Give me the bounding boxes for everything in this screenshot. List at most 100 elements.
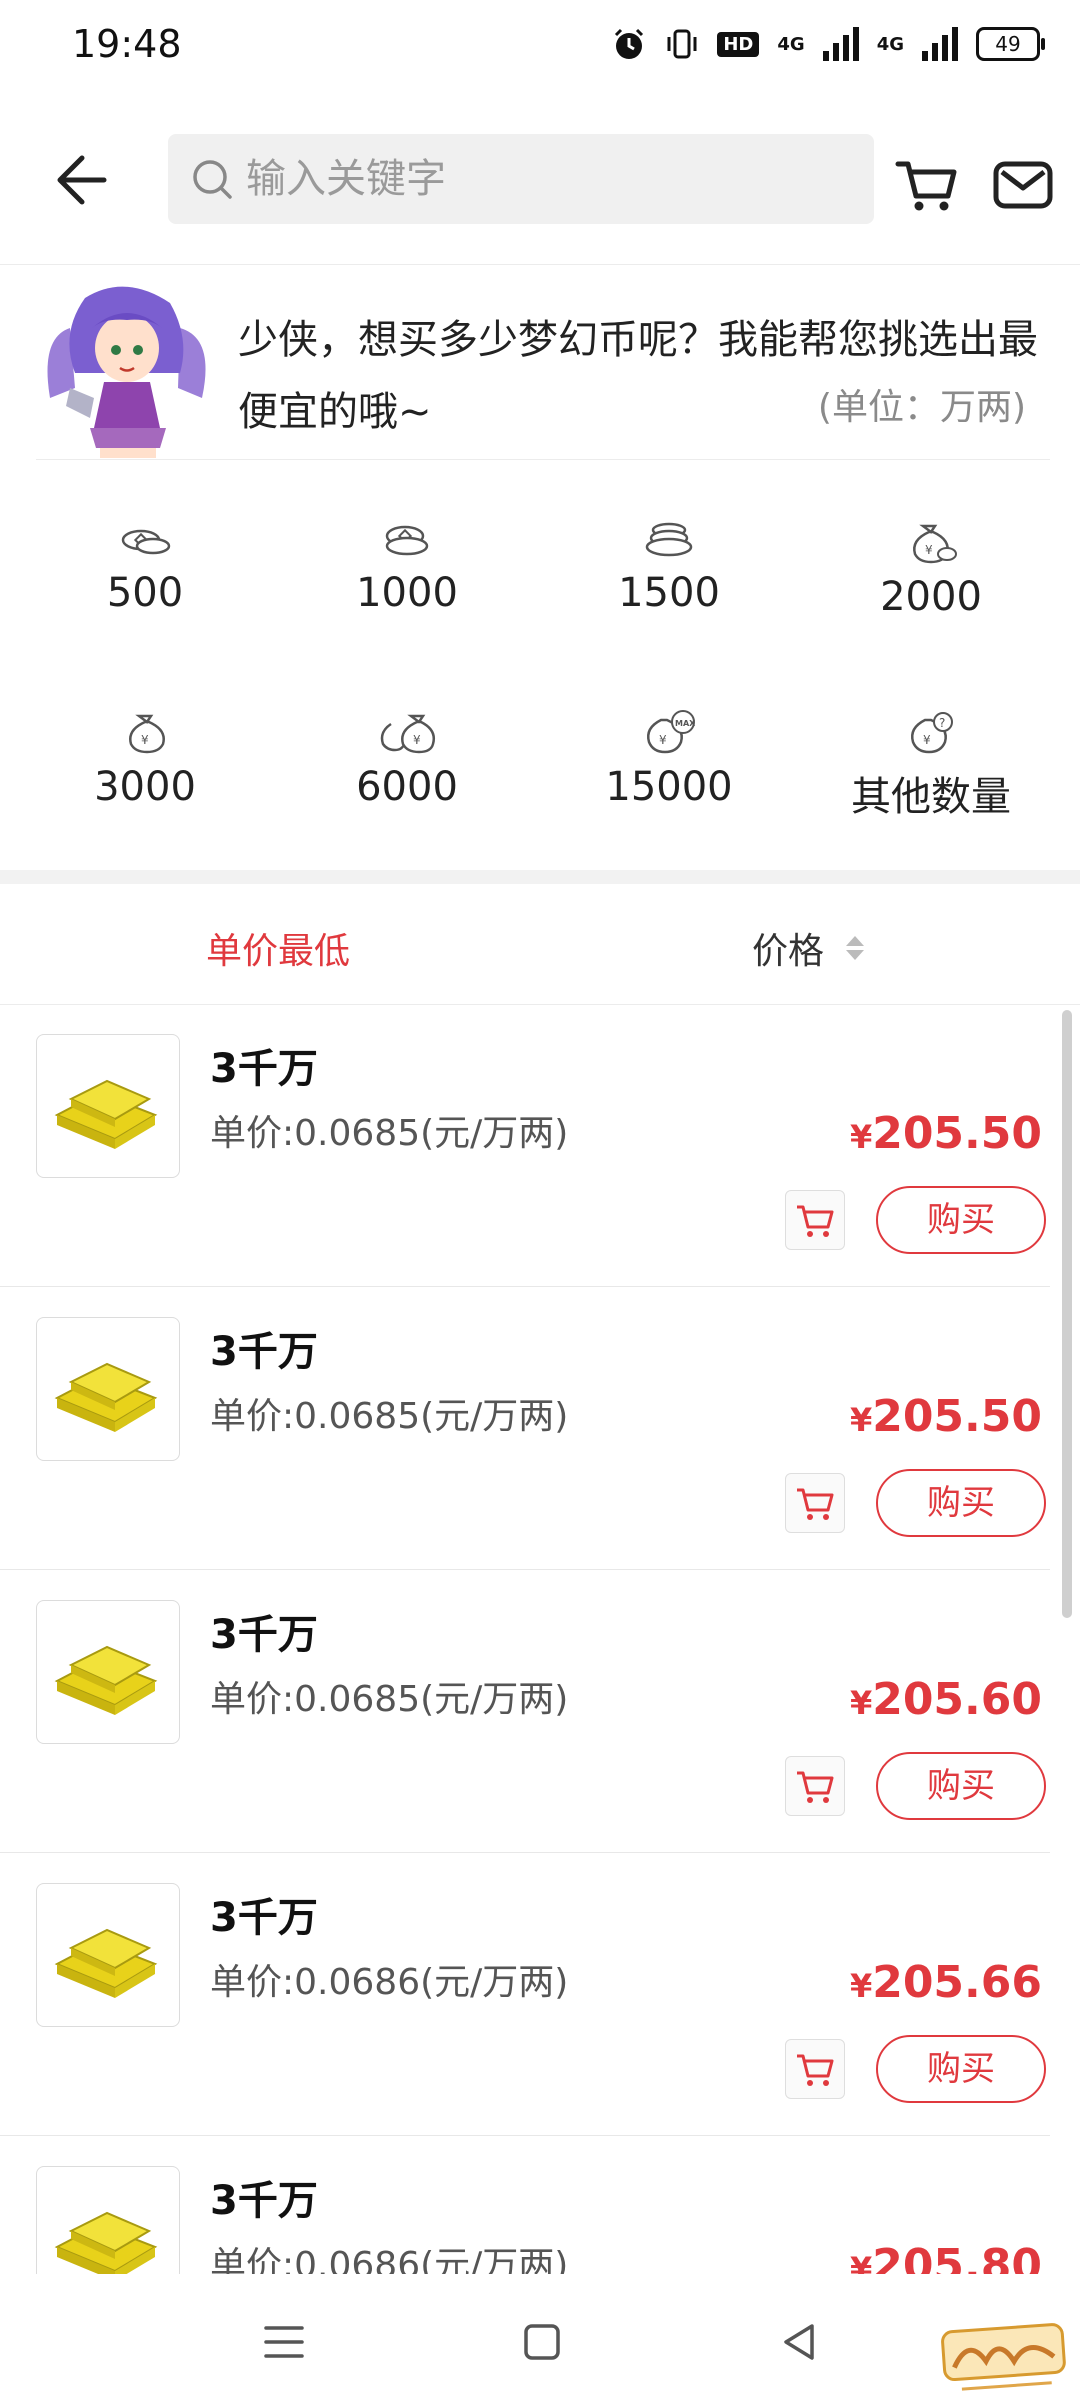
add-to-cart-button[interactable] <box>785 1190 845 1250</box>
product-price: ¥205.50 <box>850 1108 1042 1159</box>
currency-symbol: ¥ <box>849 1967 873 2005</box>
amount-option-1500[interactable]: 1500 <box>534 460 804 616</box>
product-row[interactable]: 3千万 单价:0.0685(元/万两) ¥205.50 购买 <box>0 1287 1080 1570</box>
amount-option-1000[interactable]: 1000 <box>272 460 542 616</box>
back-button[interactable] <box>48 144 120 216</box>
cart-button[interactable] <box>894 152 960 218</box>
svg-text:?: ? <box>939 716 945 730</box>
vibrate-icon <box>667 29 697 59</box>
signal-icon <box>922 27 958 61</box>
coins-small-icon <box>121 529 171 555</box>
intro-unit: (单位：万两) <box>817 387 1026 428</box>
amount-option-3000[interactable]: ¥ 3000 <box>10 650 280 810</box>
product-row[interactable]: 3千万 单价:0.0685(元/万两) ¥205.50 购买 <box>0 1004 1080 1287</box>
product-price: ¥205.66 <box>850 1957 1042 2008</box>
amount-option-6000[interactable]: ¥ 6000 <box>272 650 542 810</box>
buy-button[interactable]: 购买 <box>876 1752 1046 1820</box>
svg-text:MAX: MAX <box>675 719 696 728</box>
gold-bars-image <box>36 1317 180 1461</box>
message-button[interactable] <box>990 152 1056 218</box>
gold-bars-image <box>36 2166 180 2274</box>
amount-label: 1500 <box>618 570 720 616</box>
amount-label: 其他数量 <box>851 774 1011 820</box>
currency-symbol: ¥ <box>849 1684 873 1722</box>
coins-icon <box>385 525 429 556</box>
product-row[interactable]: 3千万 单价:0.0686(元/万两) ¥205.80 购买 <box>0 2136 1080 2274</box>
nav-home-button[interactable] <box>514 2314 570 2370</box>
scrollbar[interactable] <box>1062 1010 1072 1618</box>
product-unit-price: 单价:0.0686(元/万两) <box>210 2245 569 2274</box>
top-header <box>0 96 1080 265</box>
amount-label: 15000 <box>605 764 733 810</box>
money-bag-max-icon: ¥ MAX <box>647 710 696 754</box>
mascot-avatar <box>47 286 206 458</box>
product-unit-price: 单价:0.0685(元/万两) <box>210 1396 569 1437</box>
buy-button[interactable]: 购买 <box>876 1186 1046 1254</box>
add-to-cart-button[interactable] <box>785 1756 845 1816</box>
money-bag-question-icon: ¥ ? <box>911 712 953 754</box>
amount-option-500[interactable]: 500 <box>10 460 280 616</box>
svg-text:¥: ¥ <box>413 733 421 747</box>
buy-button[interactable]: 购买 <box>876 1469 1046 1537</box>
product-price-value: 205.60 <box>872 1674 1042 1725</box>
product-row[interactable]: 3千万 单价:0.0686(元/万两) ¥205.66 购买 <box>0 1853 1080 2136</box>
product-price-value: 205.50 <box>872 1108 1042 1159</box>
add-to-cart-button[interactable] <box>785 1473 845 1533</box>
search-icon <box>193 160 232 199</box>
signal-icon <box>822 27 859 61</box>
product-price: ¥205.50 <box>850 1391 1042 1442</box>
game-logo-watermark <box>941 2323 1066 2391</box>
sort-bar: 单价最低 价格 <box>0 884 1080 1005</box>
amount-option-15000[interactable]: ¥ MAX 15000 <box>534 650 804 810</box>
menu-icon <box>264 2326 304 2358</box>
currency-symbol: ¥ <box>849 1401 873 1439</box>
svg-text:¥: ¥ <box>141 733 149 747</box>
product-title: 3千万 <box>210 1329 318 1375</box>
search-input[interactable] <box>244 155 808 203</box>
intro-banner: 少侠，想买多少梦幻币呢？我能帮您挑选出最便宜的哦~ (单位：万两) <box>0 264 1080 460</box>
status-icons: HD 4G 4G 49 <box>611 26 1045 62</box>
svg-text:¥: ¥ <box>925 543 933 557</box>
status-time: 19:48 <box>72 22 182 66</box>
search-bar[interactable] <box>168 134 874 224</box>
product-unit-price: 单价:0.0685(元/万两) <box>210 1679 569 1720</box>
cart-icon <box>797 1488 834 1520</box>
cart-icon <box>797 1771 834 1803</box>
money-bags-icon: ¥ <box>380 714 435 754</box>
status-bar: 19:48 HD 4G 4G 49 <box>0 0 1080 96</box>
nav-menu-button[interactable] <box>256 2314 312 2370</box>
add-to-cart-button[interactable] <box>785 2039 845 2099</box>
sort-arrows-icon <box>846 936 865 960</box>
sort-lowest-unit-price[interactable]: 单价最低 <box>206 922 350 974</box>
amount-option-2000[interactable]: ¥ 2000 <box>796 460 1066 620</box>
sort-price[interactable]: 价格 <box>752 922 865 974</box>
amount-option-other[interactable]: ¥ ? 其他数量 <box>796 650 1066 820</box>
product-price-value: 205.50 <box>872 1391 1042 1442</box>
svg-text:¥: ¥ <box>923 733 931 747</box>
amount-label: 6000 <box>356 764 458 810</box>
network-4g-label-2: 4G <box>876 33 904 55</box>
buy-button[interactable]: 购买 <box>876 2035 1046 2103</box>
amount-label: 500 <box>106 570 184 616</box>
network-4g-label-1: 4G <box>777 33 805 55</box>
product-price-value: 205.66 <box>872 1957 1042 2008</box>
svg-text:¥: ¥ <box>659 733 667 747</box>
product-title: 3千万 <box>210 1046 318 1092</box>
product-price: ¥205.60 <box>850 1674 1042 1725</box>
coins-stack-icon <box>645 522 693 557</box>
currency-symbol: ¥ <box>849 1118 873 1156</box>
product-row[interactable]: 3千万 单价:0.0685(元/万两) ¥205.60 购买 <box>0 1570 1080 1853</box>
product-unit-price: 单价:0.0685(元/万两) <box>210 1113 569 1154</box>
system-nav-bar <box>0 2274 1080 2408</box>
cart-icon <box>797 1205 834 1237</box>
product-price: ¥205.80 <box>850 2240 1042 2274</box>
home-square-icon <box>524 2324 560 2360</box>
money-bag-icon: ¥ <box>129 714 165 754</box>
amount-label: 3000 <box>94 764 196 810</box>
product-list[interactable]: 3千万 单价:0.0685(元/万两) ¥205.50 购买 3千万 单价:0.… <box>0 1004 1080 2274</box>
mail-icon <box>993 161 1053 209</box>
product-price-value: 205.80 <box>872 2240 1042 2274</box>
product-title: 3千万 <box>210 1612 318 1658</box>
nav-back-button[interactable] <box>772 2314 828 2370</box>
amount-label: 2000 <box>880 574 982 620</box>
